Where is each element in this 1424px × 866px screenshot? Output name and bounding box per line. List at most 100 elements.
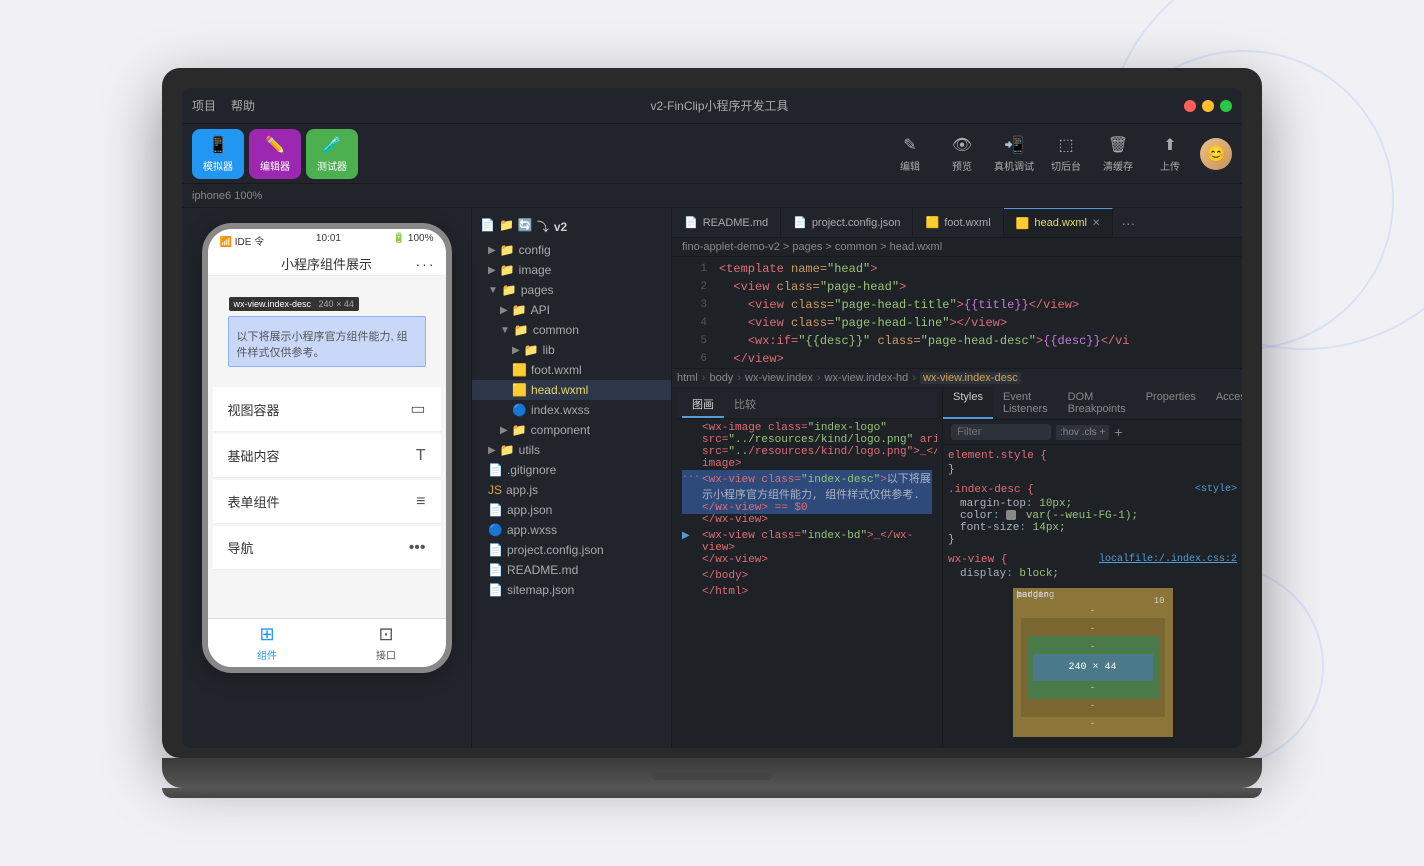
- head-wxml-tab-label: head.wxml: [1034, 217, 1087, 229]
- style-source-wx-view[interactable]: localfile:/.index.css:2: [1099, 554, 1237, 565]
- bt-html[interactable]: 图画: [682, 392, 724, 418]
- maximize-button[interactable]: [1220, 100, 1232, 112]
- component-label: wx-view.index-desc 240 × 44: [229, 297, 359, 311]
- line-num-1: 1: [677, 262, 707, 275]
- edit-icon: ✎: [903, 135, 916, 155]
- code-text-4: <view class="page-head-line"></view>: [719, 316, 1007, 330]
- bc-wx-view-index[interactable]: wx-view.index: [745, 372, 813, 384]
- refresh-icon[interactable]: 🔄: [518, 218, 533, 235]
- project-config-tab-label: project.config.json: [812, 217, 901, 229]
- close-button[interactable]: [1184, 100, 1196, 112]
- phone-signal: 📶 IDE 令: [220, 233, 265, 248]
- menu-project[interactable]: 项目: [192, 97, 216, 114]
- folder-image[interactable]: ▶ 📁 image: [472, 260, 671, 280]
- tab-head-wxml[interactable]: 🟨 head.wxml ✕: [1004, 208, 1114, 237]
- file-app-wxss[interactable]: 🔵 app.wxss: [472, 520, 671, 540]
- app-wxss-icon: 🔵: [488, 523, 503, 537]
- preview-action[interactable]: 👁 预览: [940, 135, 984, 173]
- tab-bar: 📄 README.md 📄 project.config.json 🟨 foot…: [672, 208, 1242, 238]
- filter-add-icon[interactable]: +: [1114, 424, 1122, 440]
- file-app-js-label: app.js: [506, 483, 538, 497]
- nav-interface[interactable]: ⊡ 接口: [376, 624, 396, 662]
- simulator-button[interactable]: 📱 模拟器: [192, 129, 244, 179]
- filter-bar: :hov .cls + +: [943, 420, 1242, 445]
- folder-api[interactable]: ▶ 📁 API: [472, 300, 671, 320]
- file-app-json[interactable]: 📄 app.json: [472, 500, 671, 520]
- tab-close-icon[interactable]: ✕: [1092, 218, 1100, 229]
- nav-components[interactable]: ⊞ 组件: [257, 624, 277, 662]
- folder-pages[interactable]: ▼ 📁 pages: [472, 280, 671, 300]
- file-app-json-label: app.json: [507, 503, 552, 517]
- bt-computed[interactable]: 比较: [724, 392, 766, 418]
- menu-help[interactable]: 帮助: [231, 97, 255, 114]
- phone-menu-item-2[interactable]: 基础内容 T: [213, 434, 441, 478]
- phone-more-dots[interactable]: ···: [416, 256, 436, 272]
- code-text-2: <view class="page-head">: [719, 280, 906, 294]
- styles-tab-event-listeners[interactable]: Event Listeners: [993, 387, 1058, 419]
- avatar[interactable]: 😊: [1200, 138, 1232, 170]
- tab-project-config[interactable]: 📄 project.config.json: [781, 208, 913, 237]
- phone-content: wx-view.index-desc 240 × 44 以下将展示小程序官方组件…: [208, 276, 446, 618]
- bc-wx-view-index-hd[interactable]: wx-view.index-hd: [825, 372, 909, 384]
- phone-menu-item-4[interactable]: 导航 •••: [213, 526, 441, 570]
- phone-panel: 📶 IDE 令 10:01 🔋 100% 小程序组件展示 ···: [182, 208, 472, 748]
- file-tree-root: v2: [554, 220, 567, 234]
- new-folder-icon[interactable]: 📁: [499, 218, 514, 235]
- tab-foot-wxml[interactable]: 🟨 foot.wxml: [913, 208, 1003, 237]
- new-file-icon[interactable]: 📄: [480, 218, 495, 235]
- tab-more-button[interactable]: ···: [1113, 215, 1143, 231]
- phone-menu-item-3[interactable]: 表单组件 ≡: [213, 480, 441, 524]
- folder-common[interactable]: ▼ 📁 common: [472, 320, 671, 340]
- filter-pseudo-classes[interactable]: :hov .cls +: [1056, 425, 1109, 440]
- minimize-button[interactable]: [1202, 100, 1214, 112]
- collapse-icon[interactable]: ⤵: [537, 218, 549, 235]
- file-gitignore[interactable]: 📄 .gitignore: [472, 460, 671, 480]
- folder-common-icon: 📁: [514, 323, 529, 337]
- clear-cache-action[interactable]: 🗑 清缓存: [1096, 135, 1140, 173]
- nav-components-label: 组件: [257, 647, 277, 662]
- styles-tab-accessibility[interactable]: Accessibility: [1206, 387, 1242, 419]
- style-selector-element: element.style {: [948, 450, 1237, 462]
- bc-body[interactable]: body: [709, 372, 733, 384]
- bc-wx-view-index-desc[interactable]: wx-view.index-desc: [920, 372, 1021, 384]
- laptop-screen: 项目 帮助 v2-FinClip小程序开发工具 📱: [182, 88, 1242, 748]
- edit-action[interactable]: ✎ 编辑: [888, 135, 932, 173]
- filter-input[interactable]: [951, 424, 1051, 440]
- background-icon: ⬚: [1058, 135, 1073, 155]
- style-rule-element: element.style { }: [948, 450, 1237, 476]
- phone-menu-icon-2: T: [416, 447, 426, 465]
- folder-utils-label: utils: [519, 443, 540, 457]
- folder-pages-label: pages: [521, 283, 554, 297]
- folder-utils[interactable]: ▶ 📁 utils: [472, 440, 671, 460]
- code-preview-area[interactable]: <wx-image class="index-logo" src="../res…: [677, 419, 937, 605]
- device-debug-action[interactable]: 📲 真机调试: [992, 135, 1036, 173]
- file-head-wxml[interactable]: 🟨 head.wxml: [472, 380, 671, 400]
- folder-lib[interactable]: ▶ 📁 lib: [472, 340, 671, 360]
- line-num-5: 5: [677, 334, 707, 347]
- file-app-js[interactable]: JS app.js: [472, 480, 671, 500]
- device-debug-icon: 📲: [1004, 135, 1024, 155]
- folder-component[interactable]: ▶ 📁 component: [472, 420, 671, 440]
- background-action[interactable]: ⬚ 切后台: [1044, 135, 1088, 173]
- line-num-4: 4: [677, 316, 707, 329]
- folder-config[interactable]: ▶ 📁 config: [472, 240, 671, 260]
- file-foot-wxml[interactable]: 🟨 foot.wxml: [472, 360, 671, 380]
- expand-lib: ▶: [512, 345, 520, 356]
- upload-action[interactable]: ⬆ 上传: [1148, 135, 1192, 173]
- styles-tab-properties[interactable]: Properties: [1136, 387, 1206, 419]
- editor-button[interactable]: ✏️ 编辑器: [249, 129, 301, 179]
- file-sitemap[interactable]: 📄 sitemap.json: [472, 580, 671, 600]
- styles-tab-styles[interactable]: Styles: [943, 387, 993, 419]
- file-readme[interactable]: 📄 README.md: [472, 560, 671, 580]
- code-content[interactable]: 1 <template name="head"> 2 <view class="…: [672, 257, 1242, 368]
- phone-menu-item-1[interactable]: 视图容器 ▭: [213, 387, 441, 432]
- tab-readme[interactable]: 📄 README.md: [672, 208, 781, 237]
- bc-html[interactable]: html: [677, 372, 698, 384]
- phone-battery: 🔋 100%: [393, 233, 434, 248]
- file-app-wxss-label: app.wxss: [507, 523, 557, 537]
- file-index-wxss[interactable]: 🔵 index.wxss: [472, 400, 671, 420]
- edit-label: 编辑: [900, 158, 920, 173]
- file-project-config[interactable]: 📄 project.config.json: [472, 540, 671, 560]
- tester-button[interactable]: 🧪 测试器: [306, 129, 358, 179]
- styles-tab-dom-breakpoints[interactable]: DOM Breakpoints: [1058, 387, 1136, 419]
